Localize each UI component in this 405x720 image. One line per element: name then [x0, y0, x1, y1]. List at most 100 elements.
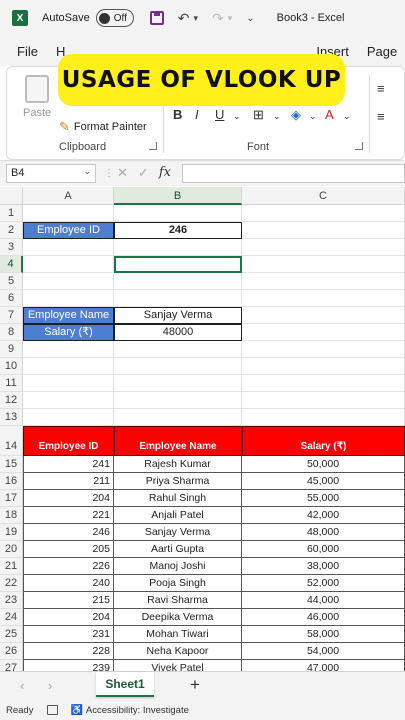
cell[interactable]: [242, 409, 405, 426]
salary-cell[interactable]: 55,000: [242, 490, 405, 507]
tab-page-layout[interactable]: Page: [367, 44, 397, 59]
font-color-icon[interactable]: A: [325, 107, 334, 122]
column-header-b[interactable]: B: [114, 187, 242, 205]
borders-dropdown-icon[interactable]: ⌄: [273, 111, 281, 122]
row-header[interactable]: 21: [0, 558, 23, 575]
redo-dropdown-icon[interactable]: ▾: [228, 13, 233, 24]
salary-cell[interactable]: 46,000: [242, 609, 405, 626]
row-header[interactable]: 7: [0, 307, 23, 324]
employee-id-cell[interactable]: 231: [23, 626, 114, 643]
salary-cell[interactable]: 38,000: [242, 558, 405, 575]
cell[interactable]: [114, 409, 242, 426]
cell[interactable]: [242, 375, 405, 392]
add-sheet-icon[interactable]: +: [190, 675, 200, 695]
cell[interactable]: [114, 273, 242, 290]
salary-cell[interactable]: 42,000: [242, 507, 405, 524]
employee-name-cell[interactable]: Rajesh Kumar: [114, 456, 242, 473]
table-header-employee-name[interactable]: Employee Name: [114, 426, 242, 456]
bold-icon[interactable]: B: [173, 107, 182, 122]
employee-id-cell[interactable]: 246: [23, 524, 114, 541]
clipboard-launcher-icon[interactable]: [149, 142, 157, 150]
row-header[interactable]: 8: [0, 324, 23, 341]
save-icon[interactable]: [149, 11, 164, 25]
cell[interactable]: [242, 256, 405, 273]
cell[interactable]: [23, 358, 114, 375]
underline-icon[interactable]: U: [215, 107, 224, 122]
formula-input[interactable]: [182, 164, 405, 183]
name-box-dropdown-icon[interactable]: ⌄: [83, 166, 91, 177]
insert-function-icon[interactable]: fx: [159, 165, 171, 181]
employee-name-cell[interactable]: Ravi Sharma: [114, 592, 242, 609]
font-color-dropdown-icon[interactable]: ⌄: [343, 111, 351, 122]
employee-name-cell[interactable]: Anjali Patel: [114, 507, 242, 524]
row-header[interactable]: 12: [0, 392, 23, 409]
cell[interactable]: [242, 239, 405, 256]
cell[interactable]: [242, 307, 405, 324]
employee-id-cell[interactable]: 215: [23, 592, 114, 609]
salary-cell[interactable]: 48,000: [242, 524, 405, 541]
cell[interactable]: [23, 375, 114, 392]
cell[interactable]: [23, 341, 114, 358]
row-header[interactable]: 27: [0, 660, 23, 671]
align-top-icon[interactable]: ≡: [377, 81, 385, 96]
italic-icon[interactable]: I: [195, 107, 199, 122]
employee-name-cell[interactable]: Mohan Tiwari: [114, 626, 242, 643]
employee-id-cell[interactable]: 204: [23, 490, 114, 507]
salary-result-cell[interactable]: 48000: [114, 324, 242, 341]
previous-sheet-icon[interactable]: ‹: [20, 678, 24, 693]
cell[interactable]: [23, 239, 114, 256]
accessibility-icon[interactable]: ♿: [70, 705, 82, 716]
align-left-icon[interactable]: ≡: [377, 109, 385, 124]
employee-name-result-cell[interactable]: Sanjay Verma: [114, 307, 242, 324]
cell[interactable]: [114, 205, 242, 222]
cell[interactable]: [114, 358, 242, 375]
cell[interactable]: [242, 290, 405, 307]
row-header[interactable]: 14: [0, 426, 23, 456]
row-header[interactable]: 4: [0, 256, 23, 273]
cell[interactable]: [114, 341, 242, 358]
row-header[interactable]: 9: [0, 341, 23, 358]
salary-label[interactable]: Salary (₹): [23, 324, 114, 341]
cell[interactable]: [242, 205, 405, 222]
cell[interactable]: [242, 324, 405, 341]
row-header[interactable]: 17: [0, 490, 23, 507]
salary-cell[interactable]: 60,000: [242, 541, 405, 558]
employee-name-cell[interactable]: Sanjay Verma: [114, 524, 242, 541]
enter-icon[interactable]: ✓: [138, 165, 149, 181]
cell[interactable]: [23, 290, 114, 307]
employee-id-cell[interactable]: 240: [23, 575, 114, 592]
table-header-salary[interactable]: Salary (₹): [242, 426, 405, 456]
underline-dropdown-icon[interactable]: ⌄: [233, 111, 241, 122]
employee-id-cell[interactable]: 226: [23, 558, 114, 575]
row-header[interactable]: 23: [0, 592, 23, 609]
accessibility-status[interactable]: Accessibility: Investigate: [86, 705, 189, 716]
cell[interactable]: [23, 392, 114, 409]
macro-recording-icon[interactable]: [47, 705, 59, 715]
cell[interactable]: [242, 358, 405, 375]
employee-id-cell[interactable]: 211: [23, 473, 114, 490]
employee-name-cell[interactable]: Aarti Gupta: [114, 541, 242, 558]
cancel-icon[interactable]: ✕: [117, 165, 128, 181]
cell[interactable]: [23, 273, 114, 290]
salary-cell[interactable]: 47,000: [242, 660, 405, 671]
row-header[interactable]: 19: [0, 524, 23, 541]
paste-icon[interactable]: [25, 75, 49, 103]
undo-dropdown-icon[interactable]: ▾: [193, 13, 198, 24]
salary-cell[interactable]: 52,000: [242, 575, 405, 592]
redo-icon[interactable]: ↷: [212, 10, 224, 27]
active-cell[interactable]: [114, 256, 242, 273]
employee-id-cell[interactable]: 204: [23, 609, 114, 626]
name-box[interactable]: B4 ⌄: [6, 164, 96, 183]
row-header[interactable]: 24: [0, 609, 23, 626]
row-header[interactable]: 5: [0, 273, 23, 290]
employee-name-cell[interactable]: Vivek Patel: [114, 660, 242, 671]
font-launcher-icon[interactable]: [355, 142, 363, 150]
row-header[interactable]: 3: [0, 239, 23, 256]
fill-color-dropdown-icon[interactable]: ⌄: [309, 111, 317, 122]
employee-id-cell[interactable]: 241: [23, 456, 114, 473]
autosave-toggle[interactable]: Off: [95, 9, 134, 27]
cell[interactable]: [23, 205, 114, 222]
cell[interactable]: [23, 256, 114, 273]
table-header-employee-id[interactable]: Employee ID: [23, 426, 114, 456]
cell[interactable]: [114, 290, 242, 307]
